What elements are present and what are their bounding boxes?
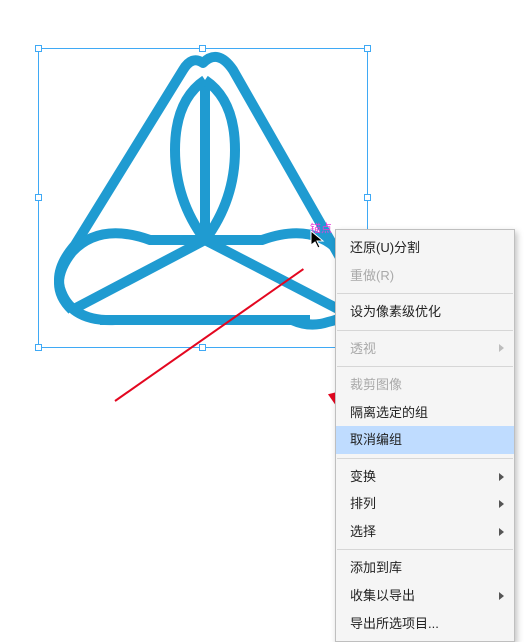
submenu-arrow-icon xyxy=(499,344,504,352)
menu-arrange-label: 排列 xyxy=(350,496,376,511)
menu-export-selection[interactable]: 导出所选项目... xyxy=(336,610,514,638)
submenu-arrow-icon xyxy=(499,592,504,600)
menu-isolate-group[interactable]: 隔离选定的组 xyxy=(336,399,514,427)
menu-collect-export-label: 收集以导出 xyxy=(350,588,415,603)
menu-ungroup[interactable]: 取消编组 xyxy=(336,426,514,454)
menu-transform[interactable]: 变换 xyxy=(336,463,514,491)
menu-separator xyxy=(337,293,513,294)
context-menu: 还原(U)分割 重做(R) 设为像素级优化 透视 裁剪图像 隔离选定的组 取消编… xyxy=(335,229,515,642)
menu-transform-label: 变换 xyxy=(350,469,376,484)
menu-perspective-label: 透视 xyxy=(350,341,376,356)
cursor-pointer-icon xyxy=(310,230,326,250)
menu-select[interactable]: 选择 xyxy=(336,518,514,546)
menu-separator xyxy=(337,549,513,550)
menu-undo[interactable]: 还原(U)分割 xyxy=(336,234,514,262)
menu-separator xyxy=(337,458,513,459)
menu-select-label: 选择 xyxy=(350,524,376,539)
submenu-arrow-icon xyxy=(499,473,504,481)
menu-arrange[interactable]: 排列 xyxy=(336,490,514,518)
submenu-arrow-icon xyxy=(499,528,504,536)
menu-separator xyxy=(337,330,513,331)
menu-collect-export[interactable]: 收集以导出 xyxy=(336,582,514,610)
menu-pixel-optimize[interactable]: 设为像素级优化 xyxy=(336,298,514,326)
submenu-arrow-icon xyxy=(499,500,504,508)
menu-crop-image: 裁剪图像 xyxy=(336,371,514,399)
menu-redo: 重做(R) xyxy=(336,262,514,290)
menu-separator xyxy=(337,366,513,367)
artboard[interactable]: 锚点 还原(U)分割 重做(R) 设为像素级优化 透视 裁剪图像 隔离选定的组 … xyxy=(0,0,531,578)
menu-perspective: 透视 xyxy=(336,335,514,363)
